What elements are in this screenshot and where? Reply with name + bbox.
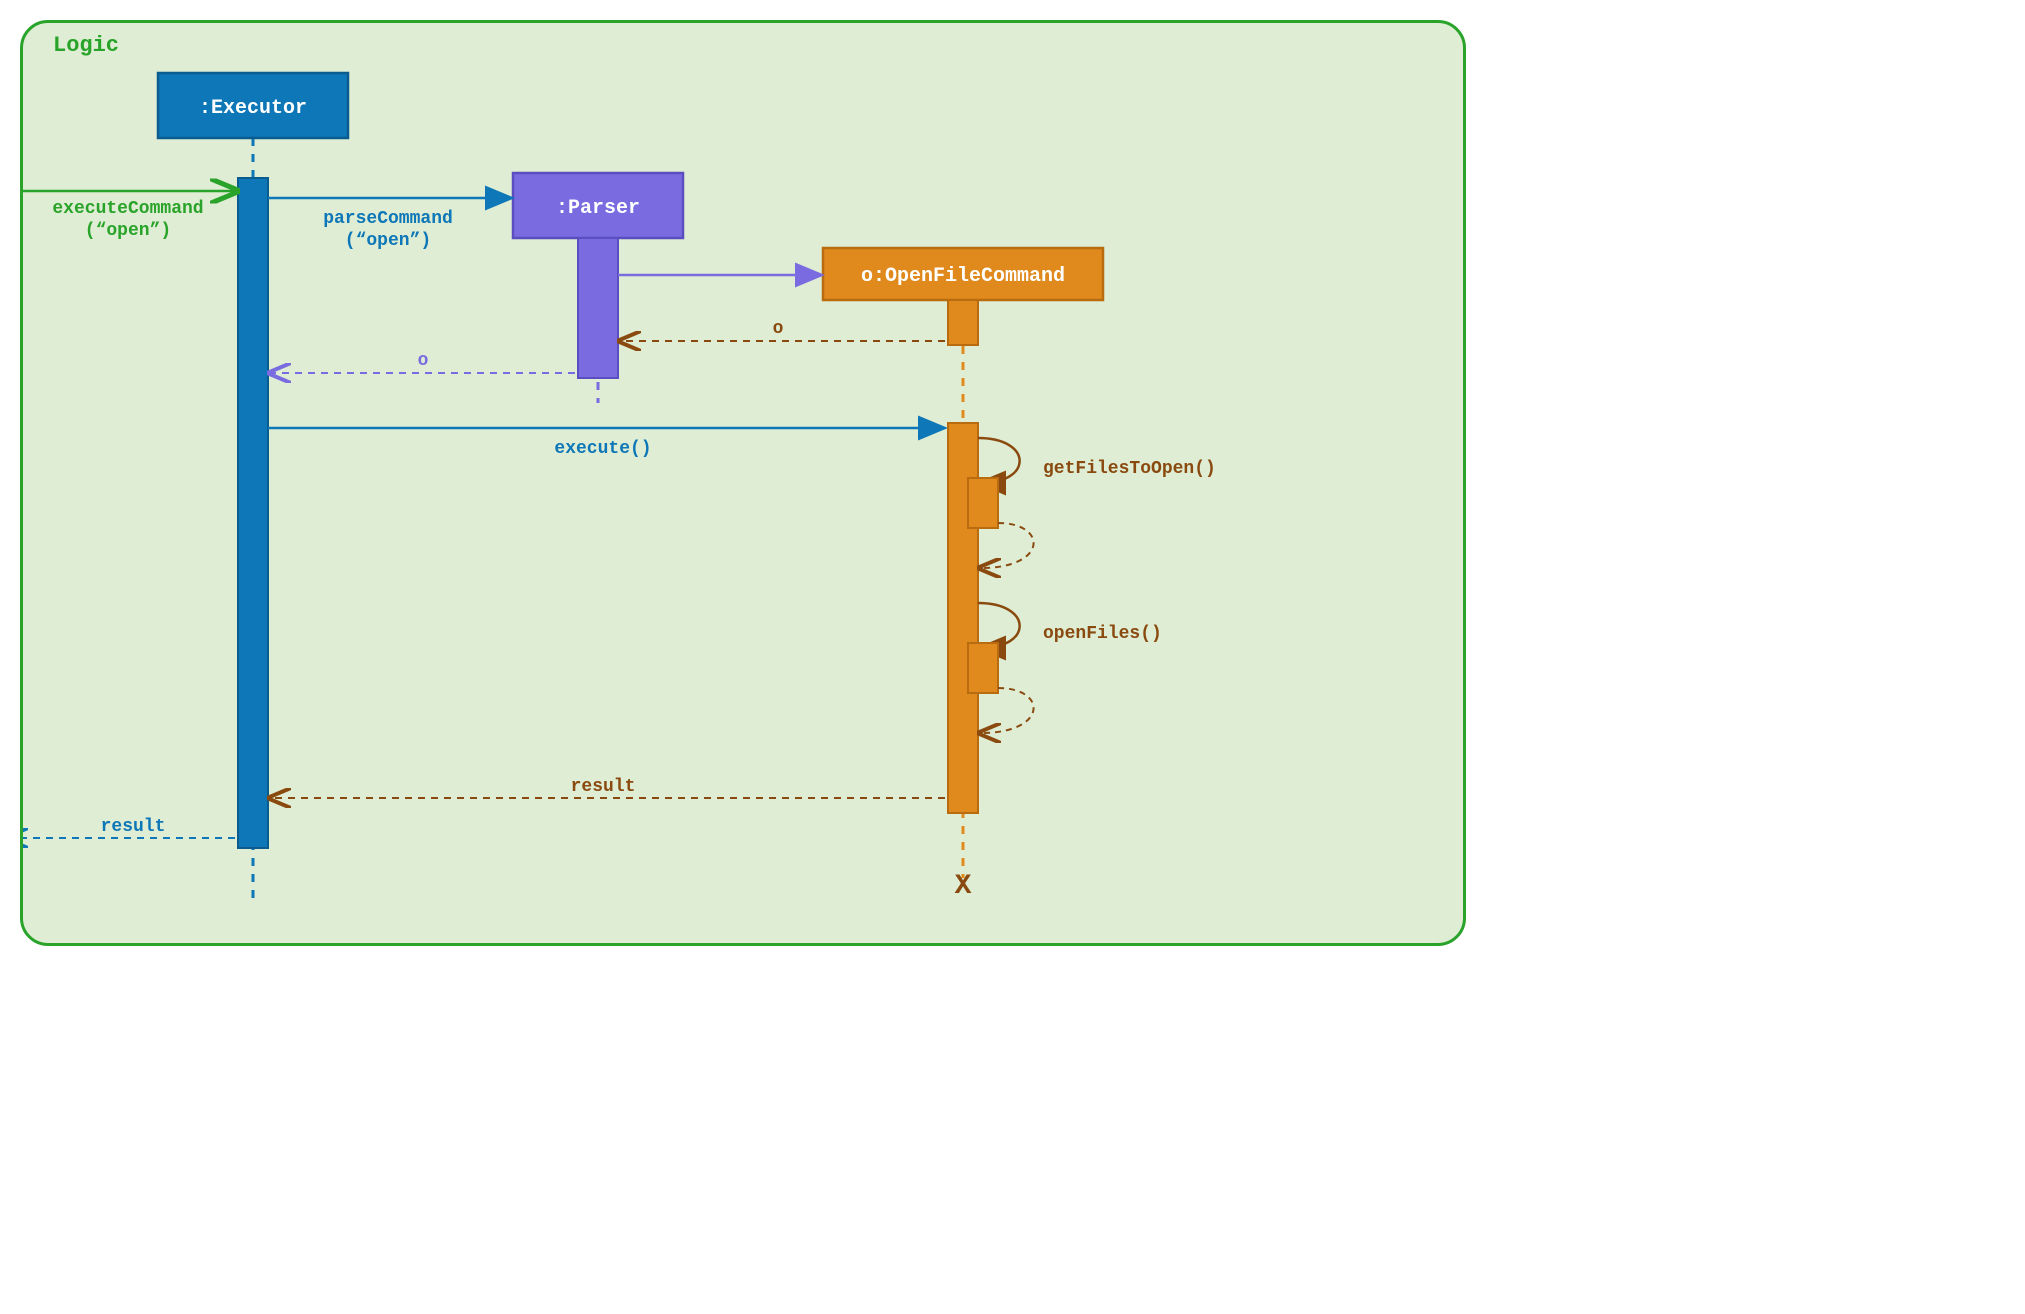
parser-label: :Parser <box>556 197 640 220</box>
open-files-self-call <box>978 603 1020 648</box>
open-files-return <box>981 688 1034 733</box>
parse-command-label-1: parseCommand <box>323 209 453 229</box>
get-files-label: getFilesToOpen() <box>1043 459 1216 479</box>
execute-command-label-2: (“open”) <box>85 221 171 241</box>
parse-command-label-2: (“open”) <box>345 231 431 251</box>
get-files-self-call <box>978 438 1020 483</box>
execute-label: execute() <box>554 439 651 459</box>
logic-frame: Logic <box>20 20 1466 946</box>
result-label-1: result <box>571 777 636 797</box>
command-activation-create <box>948 300 978 345</box>
result-label-2: result <box>101 817 166 837</box>
get-files-return <box>981 523 1034 568</box>
parser-activation <box>578 238 618 378</box>
executor-activation <box>238 178 268 848</box>
destruction-x: X <box>955 871 972 902</box>
open-files-activation <box>968 643 998 693</box>
command-label: o:OpenFileCommand <box>861 265 1065 288</box>
open-files-label: openFiles() <box>1043 624 1162 644</box>
get-files-activation <box>968 478 998 528</box>
return-o-label-1: o <box>773 319 784 339</box>
sequence-diagram: :Executor :Parser o:OpenFileCommand exec… <box>23 23 1463 943</box>
executor-label: :Executor <box>199 97 307 120</box>
return-o-label-2: o <box>418 351 429 371</box>
execute-command-label-1: executeCommand <box>52 199 203 219</box>
